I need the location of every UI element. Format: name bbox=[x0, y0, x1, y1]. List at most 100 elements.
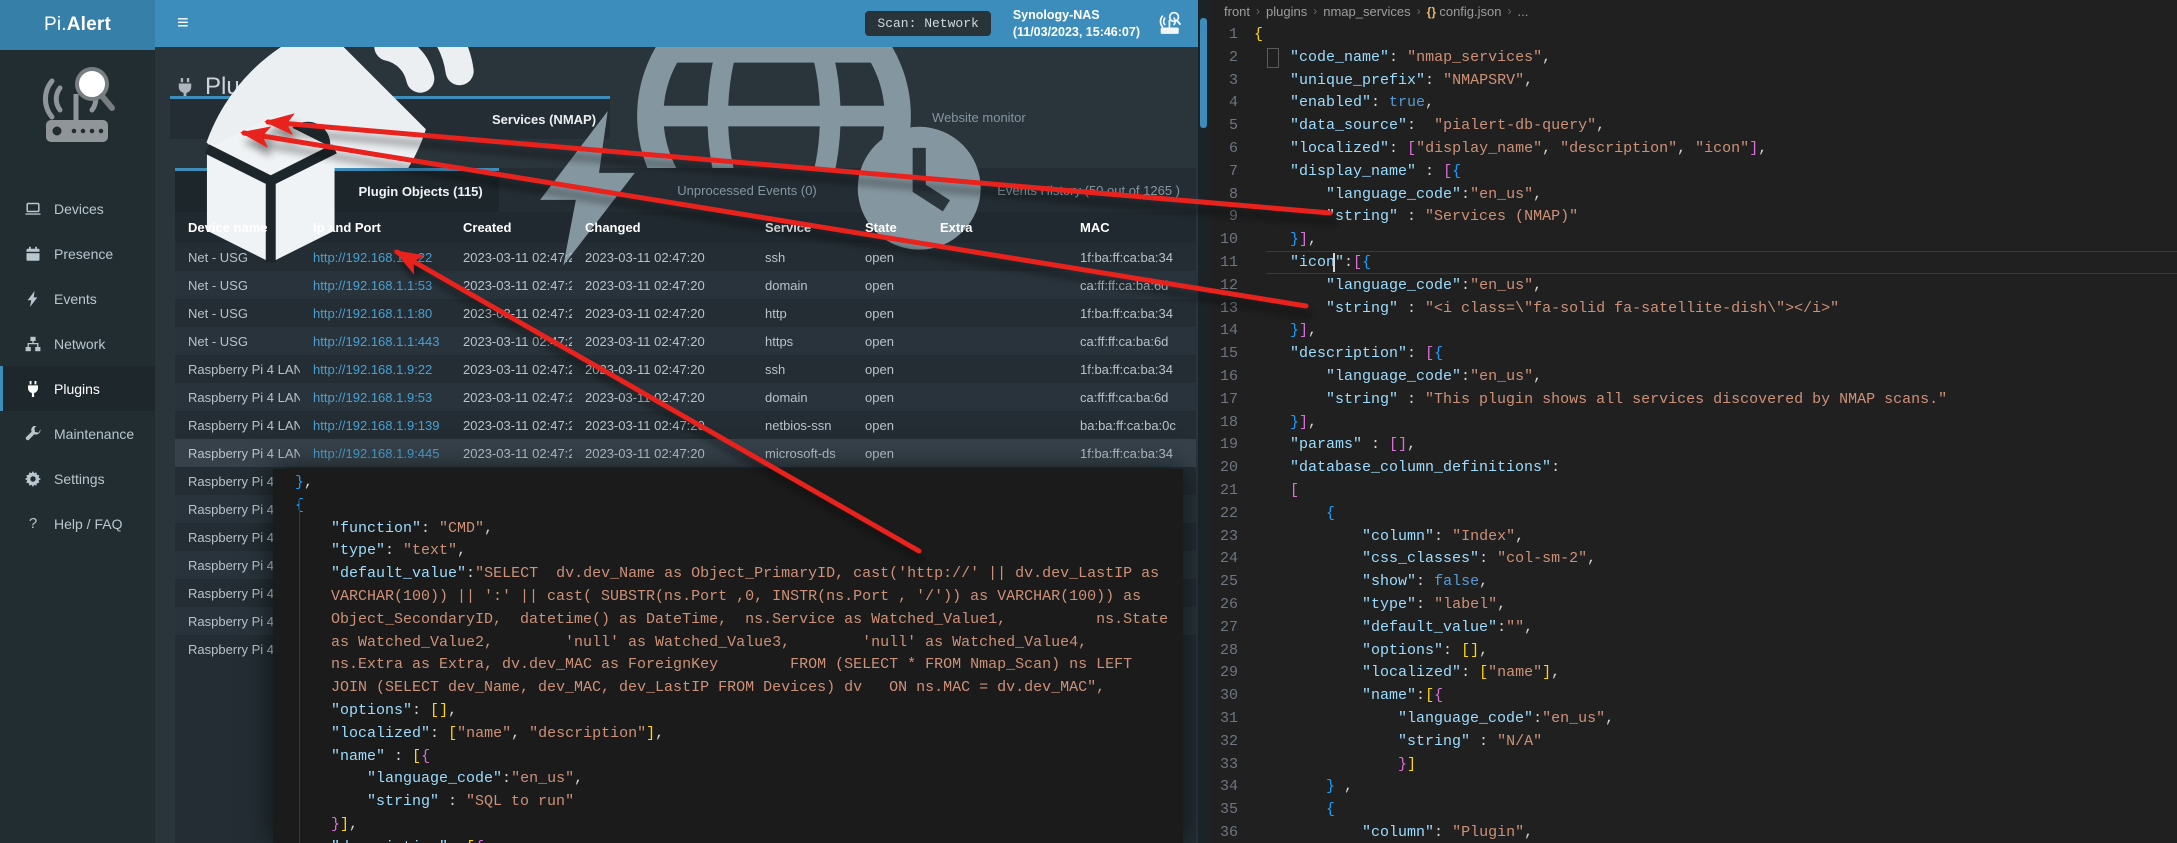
code-line: 7 "display_name" : [{ bbox=[1210, 161, 2177, 184]
column-header[interactable]: Changed bbox=[572, 220, 752, 235]
code-line: 14 }], bbox=[1210, 320, 2177, 343]
sidebar-item-label: Network bbox=[54, 336, 105, 352]
ip-port-link[interactable]: http://192.168.1.9:139 bbox=[313, 418, 440, 433]
sidebar-item-events[interactable]: Events bbox=[0, 276, 155, 321]
code-line: 4 "enabled": true, bbox=[1210, 92, 2177, 115]
column-header[interactable]: Extra bbox=[927, 220, 1067, 235]
column-header[interactable]: Created bbox=[450, 220, 572, 235]
page-scrollbar[interactable] bbox=[1198, 0, 1210, 843]
code-line: 30 "name":[{ bbox=[1210, 685, 2177, 708]
line-number: 25 bbox=[1210, 571, 1254, 594]
line-number: 4 bbox=[1210, 92, 1254, 115]
table-row: Net - USGhttp://192.168.1.1:4432023-03-1… bbox=[175, 327, 1196, 355]
sidebar-item-label: Devices bbox=[54, 201, 104, 217]
line-number: 16 bbox=[1210, 366, 1254, 389]
editor-breadcrumb[interactable]: front›plugins›nmap_services›{} config.js… bbox=[1210, 0, 2177, 22]
sidebar-item-help-faq[interactable]: ?Help / FAQ bbox=[0, 501, 155, 546]
line-number: 35 bbox=[1210, 799, 1254, 822]
line-number: 30 bbox=[1210, 685, 1254, 708]
line-number: 26 bbox=[1210, 594, 1254, 617]
line-number: 28 bbox=[1210, 640, 1254, 663]
code-line: "description": [{ bbox=[295, 837, 1183, 843]
column-header[interactable]: State bbox=[852, 220, 927, 235]
editor-code-area[interactable]: 1{2 "code_name": "nmap_services",3 "uniq… bbox=[1210, 22, 2177, 843]
line-number: 10 bbox=[1210, 229, 1254, 252]
code-line: "function": "CMD", bbox=[295, 518, 1183, 541]
breadcrumb-segment[interactable]: plugins bbox=[1266, 4, 1307, 19]
line-number: 6 bbox=[1210, 138, 1254, 161]
line-number: 11 bbox=[1210, 252, 1254, 275]
scan-status-badge: Scan: Network bbox=[865, 11, 990, 36]
line-number: 15 bbox=[1210, 343, 1254, 366]
code-line: "options": [], bbox=[295, 700, 1183, 723]
sidebar-item-label: Help / FAQ bbox=[54, 516, 122, 532]
gear-icon bbox=[24, 470, 42, 488]
ip-port-link[interactable]: http://192.168.1.9:22 bbox=[313, 362, 432, 377]
sidebar-item-maintenance[interactable]: Maintenance bbox=[0, 411, 155, 456]
table-row: Raspberry Pi 4 LANhttp://192.168.1.9:532… bbox=[175, 383, 1196, 411]
cube-icon bbox=[191, 110, 350, 272]
ip-port-link[interactable]: http://192.168.1.1:80 bbox=[313, 306, 432, 321]
ip-port-link[interactable]: http://192.168.1.9:53 bbox=[313, 390, 432, 405]
table-row: Net - USGhttp://192.168.1.1:532023-03-11… bbox=[175, 271, 1196, 299]
ip-port-link[interactable]: http://192.168.1.1:53 bbox=[313, 278, 432, 293]
column-header[interactable]: Status bbox=[1185, 220, 1198, 235]
line-number: 1 bbox=[1210, 24, 1254, 47]
line-number: 5 bbox=[1210, 115, 1254, 138]
code-line: 36 "column": "Plugin", bbox=[1210, 822, 2177, 843]
line-number: 31 bbox=[1210, 708, 1254, 731]
ip-port-link[interactable]: http://192.168.1.1:22 bbox=[313, 250, 432, 265]
subtab-plugin-objects[interactable]: Plugin Objects (115) bbox=[175, 168, 499, 212]
host-info: Synology-NAS (11/03/2023, 15:46:07) bbox=[1013, 7, 1140, 40]
sidebar-item-label: Settings bbox=[54, 471, 105, 487]
line-number: 19 bbox=[1210, 434, 1254, 457]
code-line: 17 "string" : "This plugin shows all ser… bbox=[1210, 389, 2177, 412]
ip-port-link[interactable]: http://192.168.1.1:443 bbox=[313, 334, 440, 349]
top-navbar: ≡ Scan: Network Synology-NAS (11/03/2023… bbox=[155, 0, 1198, 47]
host-timestamp: (11/03/2023, 15:46:07) bbox=[1013, 25, 1140, 39]
table-row: Raspberry Pi 4 LANhttp://192.168.1.9:139… bbox=[175, 411, 1196, 439]
line-number: 12 bbox=[1210, 275, 1254, 298]
sidebar-item-plugins[interactable]: Plugins bbox=[0, 366, 155, 411]
sidebar-item-label: Presence bbox=[54, 246, 113, 262]
line-number: 23 bbox=[1210, 526, 1254, 549]
code-line: 24 "css_classes": "col-sm-2", bbox=[1210, 548, 2177, 571]
sidebar-item-settings[interactable]: Settings bbox=[0, 456, 155, 501]
code-popup[interactable]: },{ "function": "CMD", "type": "text", "… bbox=[273, 469, 1183, 843]
breadcrumb-segment[interactable]: front bbox=[1224, 4, 1250, 19]
code-line: 25 "show": false, bbox=[1210, 571, 2177, 594]
code-editor[interactable]: front›plugins›nmap_services›{} config.js… bbox=[1210, 0, 2177, 843]
column-header[interactable]: Service bbox=[752, 220, 852, 235]
subtab-unprocessed-events[interactable]: Unprocessed Events (0) bbox=[499, 168, 833, 212]
page-scrollbar-thumb[interactable] bbox=[1200, 18, 1207, 128]
breadcrumb-segment[interactable]: nmap_services bbox=[1323, 4, 1410, 19]
screen: Pi.Alert DevicesPresenceEventsNetworkPlu bbox=[0, 0, 2177, 843]
column-header[interactable]: Device name bbox=[175, 220, 300, 235]
line-number: 8 bbox=[1210, 184, 1254, 207]
column-header[interactable]: MAC bbox=[1067, 220, 1185, 235]
code-line: "name" : [{ bbox=[295, 746, 1183, 769]
code-line: ns.Extra as Extra, dv.dev_MAC as Foreign… bbox=[295, 654, 1183, 677]
plug-icon bbox=[24, 380, 42, 398]
host-name: Synology-NAS bbox=[1013, 8, 1100, 22]
breadcrumb-segment[interactable]: {} config.json bbox=[1427, 4, 1502, 19]
code-line: 23 "column": "Index", bbox=[1210, 526, 2177, 549]
pialert-mini-logo-icon bbox=[1156, 11, 1184, 37]
line-number: 36 bbox=[1210, 822, 1254, 843]
hamburger-menu-icon[interactable]: ≡ bbox=[169, 8, 197, 39]
code-line: as Watched_Value2, 'null' as Watched_Val… bbox=[295, 632, 1183, 655]
breadcrumb-segment[interactable]: ... bbox=[1518, 4, 1529, 19]
pialert-logo-icon bbox=[0, 50, 155, 158]
code-line: 18 }], bbox=[1210, 412, 2177, 435]
code-line: 6 "localized": ["display_name", "descrip… bbox=[1210, 138, 2177, 161]
ip-port-link[interactable]: http://192.168.1.9:445 bbox=[313, 446, 440, 461]
line-number: 22 bbox=[1210, 503, 1254, 526]
sidebar-item-network[interactable]: Network bbox=[0, 321, 155, 366]
laptop-icon bbox=[24, 200, 42, 218]
subtab-events-history[interactable]: Events History (50 out of 1265 ) bbox=[833, 168, 1196, 212]
column-header[interactable]: Ip and Port bbox=[300, 220, 450, 235]
sidebar-item-devices[interactable]: Devices bbox=[0, 186, 155, 231]
app-brand[interactable]: Pi.Alert bbox=[0, 0, 155, 50]
sidebar-item-label: Events bbox=[54, 291, 97, 307]
sidebar-item-presence[interactable]: Presence bbox=[0, 231, 155, 276]
